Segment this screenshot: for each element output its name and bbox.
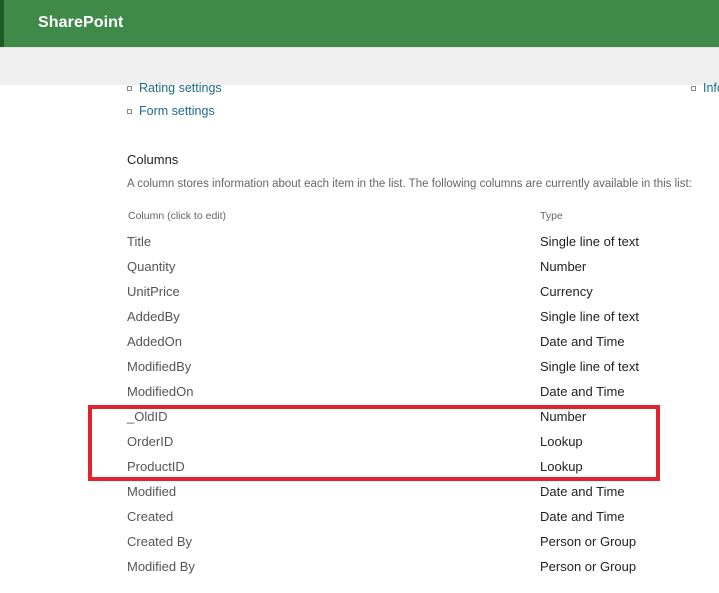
app-brand[interactable]: SharePoint <box>38 14 123 32</box>
column-name-link[interactable]: Created By <box>127 534 192 549</box>
settings-link-rating[interactable]: Rating settings <box>127 81 222 95</box>
column-type: Person or Group <box>540 534 637 549</box>
suite-bar: SharePoint <box>0 0 719 47</box>
table-row: AddedOn Date and Time <box>0 334 719 359</box>
table-row: ModifiedBy Single line of text <box>0 359 719 384</box>
table-row: Title Single line of text <box>0 234 719 259</box>
settings-link-label[interactable]: Info <box>703 81 719 95</box>
column-name-link[interactable]: AddedOn <box>127 334 182 349</box>
column-name-link[interactable]: AddedBy <box>127 309 180 324</box>
table-row: Quantity Number <box>0 259 719 284</box>
column-type: Single line of text <box>540 359 640 374</box>
column-name-link[interactable]: Created <box>127 509 173 524</box>
bullet-icon <box>691 85 696 91</box>
bullet-icon <box>127 85 132 91</box>
columns-section-title: Columns <box>127 152 179 167</box>
table-row: Created Date and Time <box>0 509 719 534</box>
column-name-link[interactable]: Title <box>127 234 151 249</box>
command-bar <box>0 47 719 85</box>
settings-link-info[interactable]: Info <box>691 81 719 95</box>
table-row: Created By Person or Group <box>0 534 719 559</box>
settings-link-label[interactable]: Rating settings <box>139 81 222 95</box>
column-name-link[interactable]: ModifiedBy <box>127 359 191 374</box>
settings-link-form[interactable]: Form settings <box>127 104 215 118</box>
column-type: Currency <box>540 284 593 299</box>
table-row: Modified Date and Time <box>0 484 719 509</box>
columns-description: A column stores information about each i… <box>127 178 692 190</box>
column-name-link[interactable]: Modified <box>127 484 176 499</box>
column-type: Date and Time <box>540 509 625 524</box>
settings-link-label[interactable]: Form settings <box>139 104 215 118</box>
column-type: Number <box>540 259 587 274</box>
column-name-link[interactable]: UnitPrice <box>127 284 180 299</box>
table-row: AddedBy Single line of text <box>0 309 719 334</box>
column-type: Single line of text <box>540 309 640 324</box>
table-row: Modified By Person or Group <box>0 559 719 584</box>
column-header-name: Column (click to edit) <box>128 210 227 222</box>
column-type: Date and Time <box>540 334 625 349</box>
column-name-link[interactable]: Modified By <box>127 559 195 574</box>
column-type: Date and Time <box>540 384 625 399</box>
table-row: UnitPrice Currency <box>0 284 719 309</box>
column-header-type: Type <box>540 210 563 222</box>
column-type: Person or Group <box>540 559 637 574</box>
column-name-link[interactable]: Quantity <box>127 259 175 274</box>
column-name-link[interactable]: ModifiedOn <box>127 384 193 399</box>
highlight-annotation-box <box>88 405 660 481</box>
column-type: Date and Time <box>540 484 625 499</box>
column-type: Single line of text <box>540 234 640 249</box>
bullet-icon <box>127 108 132 114</box>
